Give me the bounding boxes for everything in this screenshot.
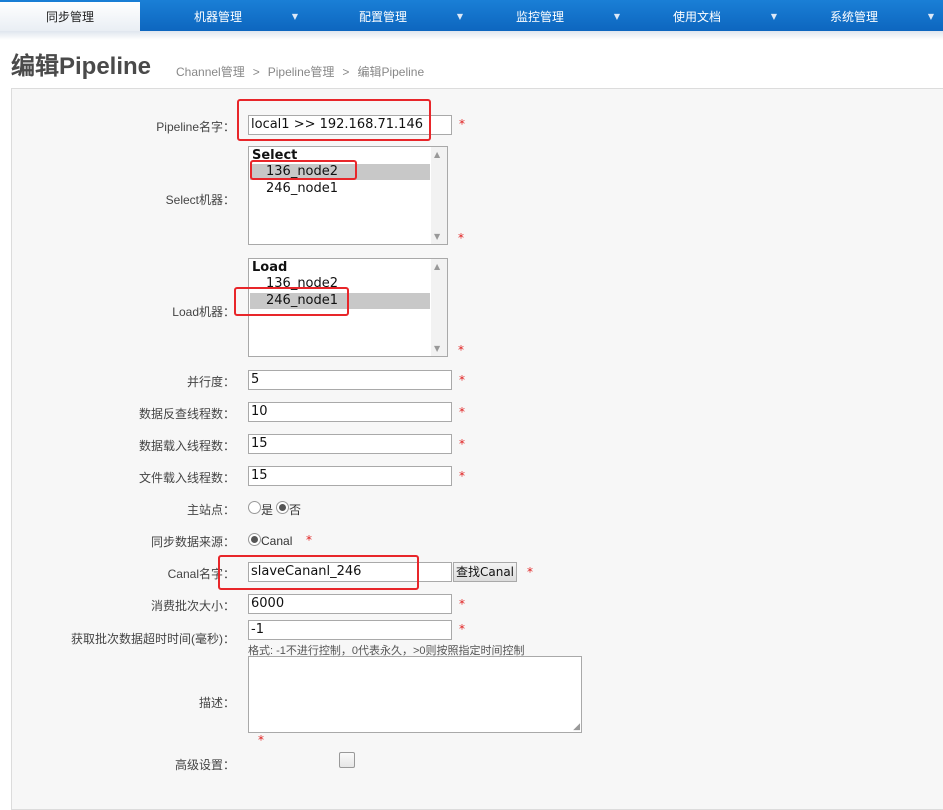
canal-source-label: Canal	[261, 534, 293, 548]
scroll-up-icon[interactable]: ▲	[434, 150, 440, 159]
highlight-box	[234, 287, 349, 316]
scroll-down-icon[interactable]: ▼	[434, 232, 440, 241]
listbox-scrollbar[interactable]: ▲ ▼	[431, 147, 447, 244]
main-site-no-label: 否	[289, 503, 302, 517]
highlight-box	[250, 160, 357, 180]
required-mark: *	[459, 117, 465, 131]
breadcrumb-channel[interactable]: Channel管理	[176, 65, 245, 79]
batch-timeout-label: 获取批次数据超时时间(毫秒)：	[71, 632, 235, 646]
required-mark: *	[258, 733, 264, 747]
pipeline-name-label: Pipeline名字：	[156, 120, 235, 134]
highlight-box	[218, 555, 419, 590]
parallelism-label: 并行度：	[186, 375, 235, 389]
nav-shadow	[0, 31, 943, 40]
chevron-down-icon: ▼	[927, 12, 934, 21]
load-machine-label: Load机器：	[172, 305, 235, 319]
required-mark: *	[459, 405, 465, 419]
batch-size-label: 消费批次大小：	[150, 599, 235, 613]
parallelism-input[interactable]: 5	[248, 370, 452, 390]
description-textarea[interactable]: ◢	[248, 656, 582, 733]
select-machine-label: Select机器：	[165, 193, 235, 207]
resize-grip-icon[interactable]: ◢	[573, 722, 580, 732]
required-mark: *	[459, 437, 465, 451]
required-mark: *	[527, 565, 533, 579]
breadcrumb-pipeline[interactable]: Pipeline管理	[268, 65, 335, 79]
required-mark: *	[458, 343, 464, 357]
chevron-down-icon: ▼	[291, 12, 298, 21]
data-source-label: 同步数据来源：	[150, 535, 235, 549]
nav-tab-config[interactable]: 配置管理 ▼	[305, 0, 463, 31]
required-mark: *	[459, 469, 465, 483]
required-mark: *	[459, 373, 465, 387]
nav-tab-system[interactable]: 系统管理 ▼	[776, 0, 934, 31]
page-title: 编辑Pipeline	[11, 53, 152, 80]
listbox-scrollbar[interactable]: ▲ ▼	[431, 259, 447, 356]
find-canal-button[interactable]: 查找Canal	[453, 562, 517, 582]
canal-name-label: Canal名字：	[167, 567, 235, 581]
main-site-yes-label: 是	[261, 503, 274, 517]
batch-size-input[interactable]: 6000	[248, 594, 452, 614]
breadcrumb: Channel管理 > Pipeline管理 > 编辑Pipeline	[176, 63, 428, 80]
required-mark: *	[459, 597, 465, 611]
scroll-up-icon[interactable]: ▲	[434, 262, 440, 271]
required-mark: *	[459, 622, 465, 636]
main-site-label: 主站点：	[186, 503, 235, 517]
required-mark: *	[458, 231, 464, 245]
scroll-down-icon[interactable]: ▼	[434, 344, 440, 353]
file-load-threads-label: 文件载入线程数：	[138, 471, 235, 485]
load-threads-input[interactable]: 15	[248, 434, 452, 454]
extract-threads-input[interactable]: 10	[248, 402, 452, 422]
load-group-header: Load	[252, 260, 288, 275]
main-site-yes-radio[interactable]	[248, 501, 261, 514]
select-option-246-node1[interactable]: 246_node1	[250, 181, 430, 197]
nav-tab-docs[interactable]: 使用文档 ▼	[619, 0, 777, 31]
canal-source-radio[interactable]	[248, 533, 261, 546]
breadcrumb-separator: >	[342, 65, 350, 79]
load-threads-label: 数据载入线程数：	[138, 439, 235, 453]
nav-tab-sync[interactable]: 同步管理	[0, 2, 140, 31]
highlight-box	[237, 99, 431, 141]
file-load-threads-input[interactable]: 15	[248, 466, 452, 486]
description-label: 描述：	[198, 696, 235, 710]
advanced-settings-checkbox[interactable]	[339, 752, 355, 768]
advanced-settings-label: 高级设置：	[174, 758, 235, 772]
nav-tab-monitor[interactable]: 监控管理 ▼	[462, 0, 620, 31]
extract-threads-label: 数据反查线程数：	[138, 407, 235, 421]
batch-timeout-input[interactable]: -1	[248, 620, 452, 640]
breadcrumb-separator: >	[252, 65, 260, 79]
main-site-no-radio[interactable]	[276, 501, 289, 514]
top-nav: 同步管理 机器管理 ▼ 配置管理 ▼ 监控管理 ▼ 使用文档 ▼ 系统管理 ▼	[0, 0, 943, 32]
breadcrumb-current: 编辑Pipeline	[357, 65, 425, 79]
required-mark: *	[306, 533, 312, 547]
nav-tab-machines[interactable]: 机器管理 ▼	[140, 0, 298, 31]
